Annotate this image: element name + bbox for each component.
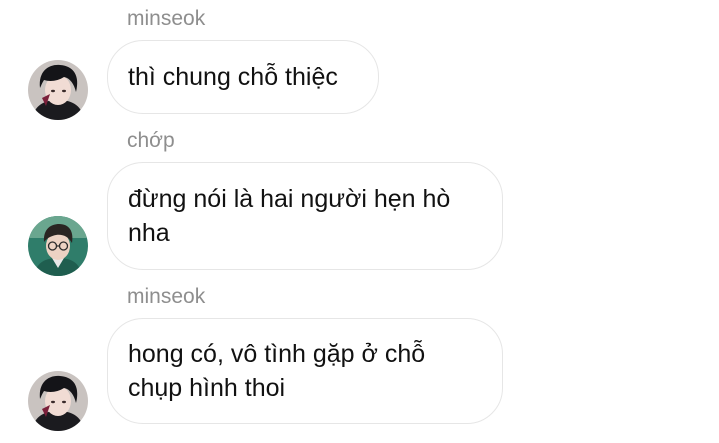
sender-name: minseok xyxy=(127,285,206,308)
dark-hair-person-avatar-icon[interactable] xyxy=(28,60,88,120)
dark-hair-person-avatar-icon[interactable] xyxy=(28,371,88,431)
sender-name: minseok xyxy=(127,7,206,30)
message-bubble[interactable]: thì chung chỗ thiệc xyxy=(107,40,379,114)
chat-thread: minseok thì chung chỗ thiệc chớp đừng nó… xyxy=(0,0,719,443)
message-text: thì chung chỗ thiệc xyxy=(128,63,338,91)
message-bubble[interactable]: đừng nói là hai người hẹn hò nha xyxy=(107,162,503,270)
glasses-person-avatar-icon[interactable] xyxy=(28,216,88,276)
message-bubble[interactable]: hong có, vô tình gặp ở chỗ chụp hình tho… xyxy=(107,318,503,424)
message-text: hong có, vô tình gặp ở chỗ chụp hình tho… xyxy=(128,340,426,402)
message-text: đừng nói là hai người hẹn hò nha xyxy=(128,185,451,247)
sender-name: chớp xyxy=(127,129,175,152)
